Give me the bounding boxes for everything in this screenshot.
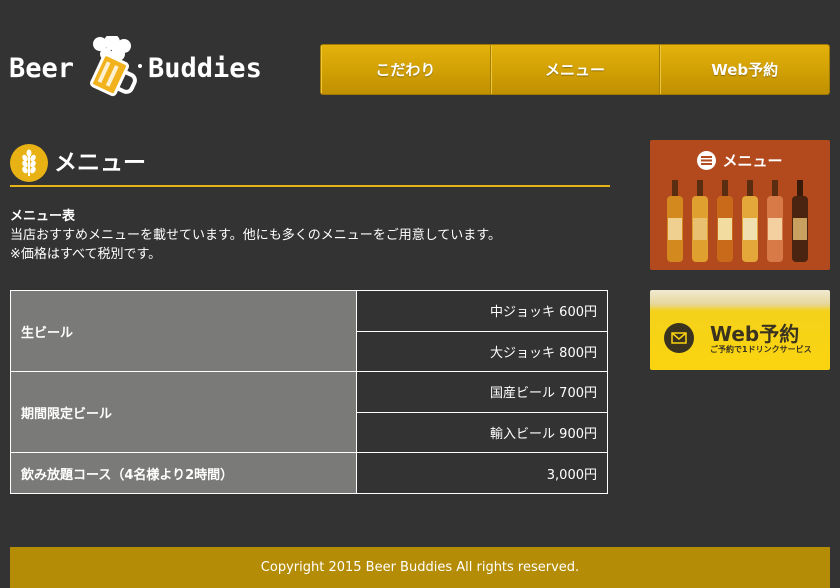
intro-text: 当店おすすめメニューを載せています。他にも多くのメニューをご用意しています。 xyxy=(10,228,502,243)
beer-mug-icon xyxy=(90,36,143,97)
price-cell: 国産ビール 700円 xyxy=(356,371,608,413)
tax-note: ※価格はすべて税別です。 xyxy=(10,247,162,262)
logo-text-buddies: Buddies xyxy=(148,52,262,84)
price-cell: 大ジョッキ 800円 xyxy=(356,330,608,373)
price-cell: 中ジョッキ 600円 xyxy=(356,290,608,332)
menu-intro: メニュー表 当店おすすめメニューを載せています。他にも多くのメニューをご用意して… xyxy=(10,207,501,264)
footer: Copyright 2015 Beer Buddies All rights r… xyxy=(10,547,830,588)
price-cell: 3,000円 xyxy=(356,452,608,494)
logo[interactable]: Beer Buddies xyxy=(9,36,262,100)
category-cell: 飲み放題コース（4名様より2時間） xyxy=(10,452,357,494)
list-icon xyxy=(697,151,717,170)
wheat-icon xyxy=(10,144,48,182)
web-reservation-banner[interactable]: Web予約 ご予約で1ドリンクサービス xyxy=(650,290,830,370)
nav-item-web-reservation[interactable]: Web予約 xyxy=(660,45,829,94)
menu-table: 生ビール 中ジョッキ 600円 大ジョッキ 800円 期間限定ビール 国産ビール… xyxy=(10,289,608,494)
table-row: 生ビール 中ジョッキ 600円 xyxy=(10,289,608,373)
page-title: メニュー xyxy=(54,150,146,176)
table-row: 期間限定ビール 国産ビール 700円 xyxy=(10,371,608,454)
nav-item-menu[interactable]: メニュー xyxy=(491,45,661,94)
page-heading: メニュー xyxy=(10,144,610,187)
nav-item-kodawari[interactable]: こだわり xyxy=(321,45,491,94)
menu-banner-label: メニュー xyxy=(722,152,783,170)
logo-text-beer: Beer xyxy=(9,52,75,84)
mail-icon xyxy=(664,323,694,353)
price-cell: 輸入ビール 900円 xyxy=(356,411,608,454)
menu-banner-head: メニュー xyxy=(650,150,830,171)
menu-banner[interactable]: メニュー xyxy=(650,140,830,270)
category-cell: 生ビール xyxy=(10,289,357,373)
web-banner-title: Web予約 xyxy=(710,322,800,346)
copyright-text: Copyright 2015 Beer Buddies All rights r… xyxy=(260,560,580,575)
web-banner-subtitle: ご予約で1ドリンクサービス xyxy=(710,345,812,354)
table-row: 飲み放題コース（4名様より2時間） 3,000円 xyxy=(10,452,608,494)
global-nav: こだわり メニュー Web予約 xyxy=(320,44,830,95)
bottle-icon xyxy=(667,180,808,262)
category-cell: 期間限定ビール xyxy=(10,371,357,454)
menu-subheading: メニュー表 xyxy=(10,209,76,224)
